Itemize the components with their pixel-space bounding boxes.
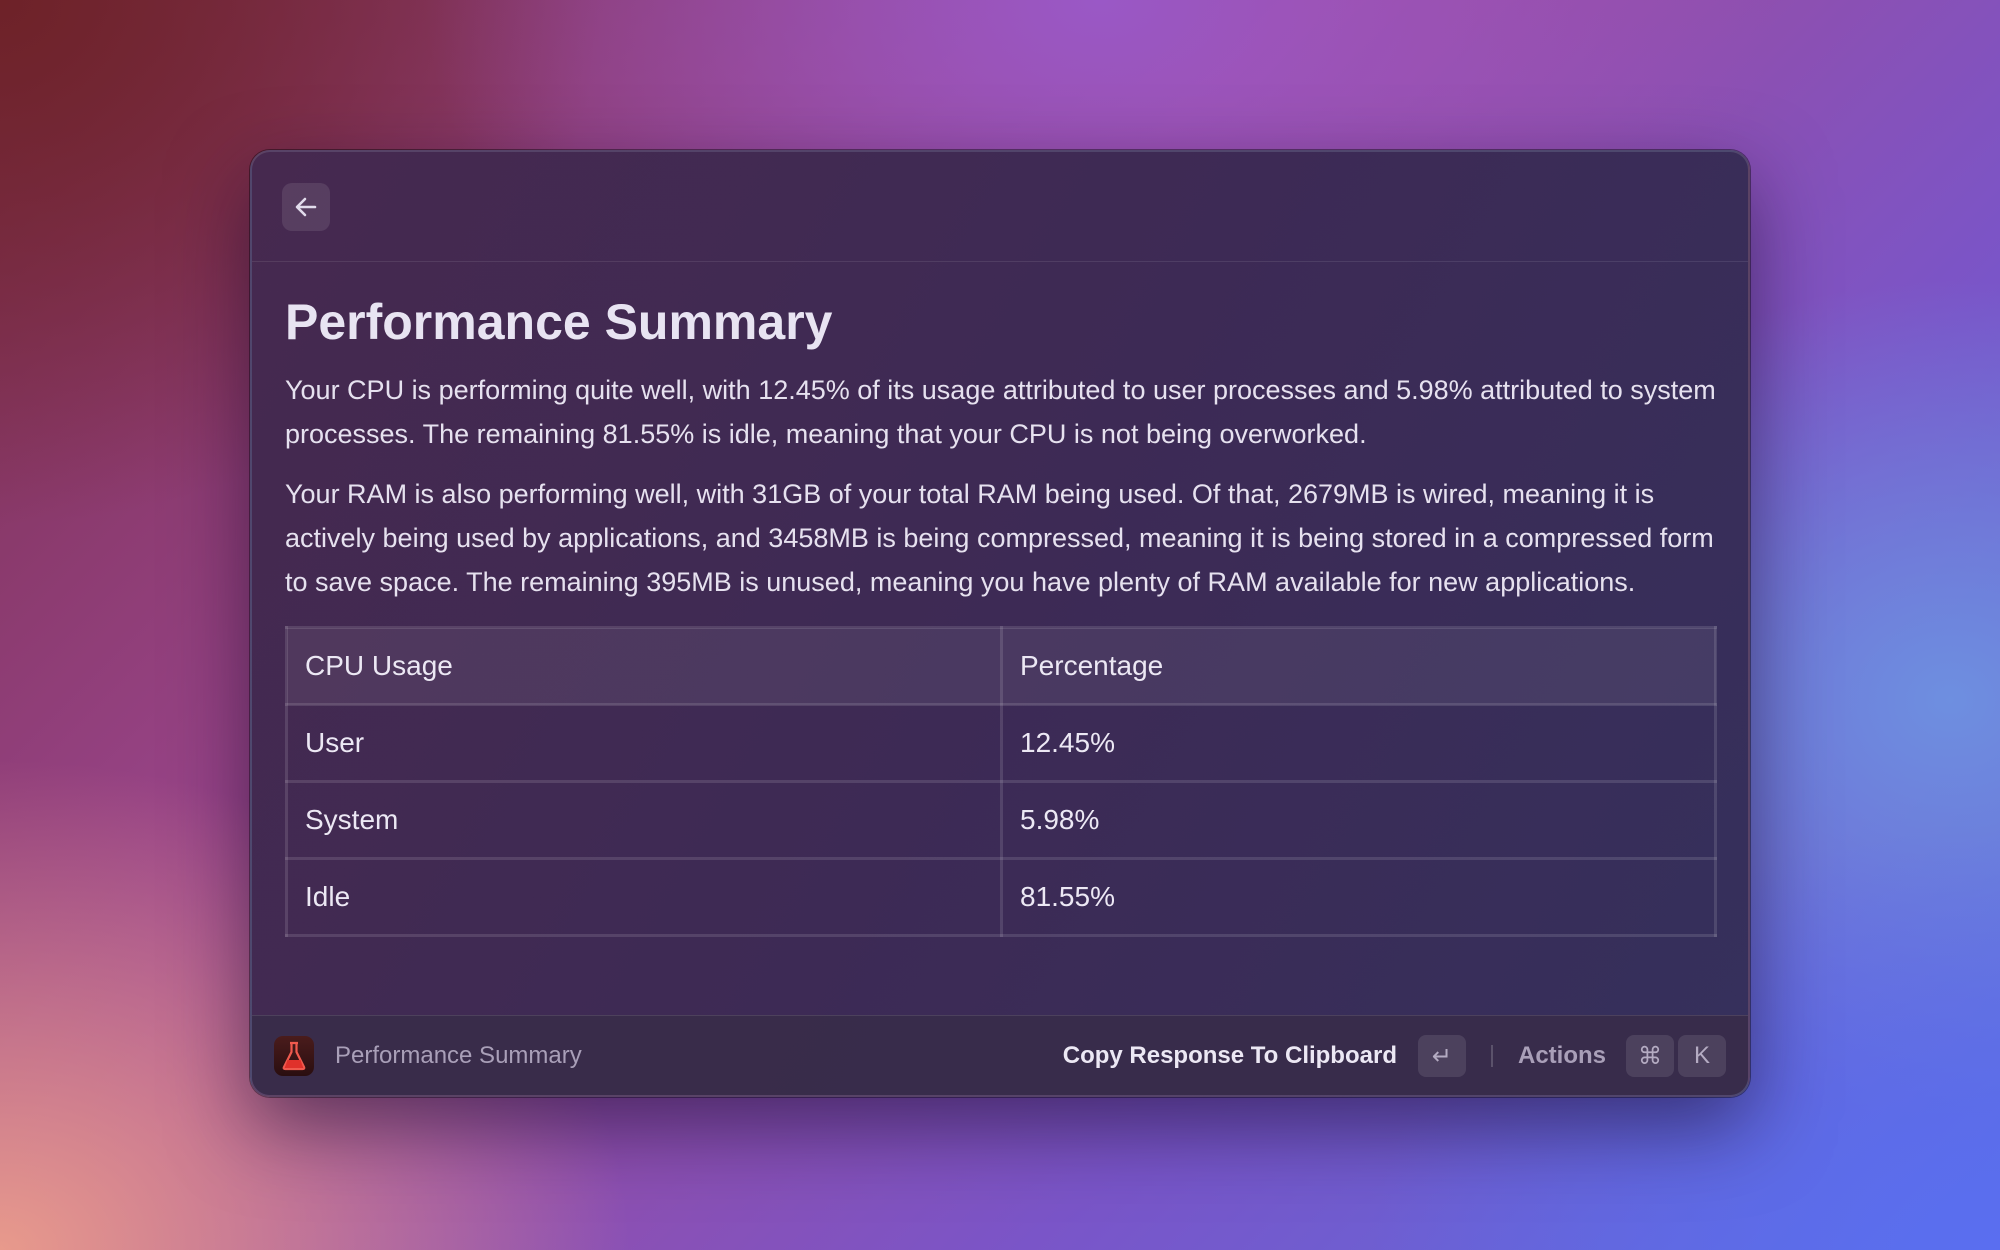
table-row: User 12.45% (285, 703, 1717, 783)
flask-icon (282, 1041, 306, 1071)
k-key-icon[interactable]: K (1678, 1035, 1726, 1077)
window-header (252, 152, 1748, 262)
table-cell-value: 5.98% (1000, 780, 1717, 860)
table-cell-label: User (285, 703, 1003, 783)
page-title: Performance Summary (285, 294, 833, 350)
enter-key-icon[interactable]: ↵ (1417, 1035, 1466, 1077)
table-cell-value: 81.55% (1000, 857, 1717, 937)
table-cell-label: Idle (285, 857, 1003, 937)
footer-title: Performance Summary (335, 1042, 582, 1069)
table-row: Idle 81.55% (285, 857, 1717, 937)
copy-response-button[interactable]: Copy Response To Clipboard (1063, 1042, 1397, 1070)
action-bar: Performance Summary Copy Response To Cli… (252, 1015, 1748, 1095)
actions-button[interactable]: Actions (1518, 1042, 1606, 1070)
column-header-cpu-usage: CPU Usage (285, 626, 1003, 706)
back-button[interactable] (282, 183, 330, 231)
table-cell-label: System (285, 780, 1003, 860)
table-header-row: CPU Usage Percentage (285, 626, 1717, 706)
arrow-left-icon (295, 197, 317, 217)
cpu-usage-table: CPU Usage Percentage User 12.45% System … (285, 626, 1717, 937)
ram-summary-paragraph: Your RAM is also performing well, with 3… (285, 479, 1714, 597)
app-icon (274, 1036, 314, 1076)
column-header-percentage: Percentage (1000, 626, 1717, 706)
footer-divider (1490, 1045, 1493, 1067)
table-row: System 5.98% (285, 780, 1717, 860)
table-cell-value: 12.45% (1000, 703, 1717, 783)
ai-response-window: Performance Summary Your CPU is performi… (250, 150, 1750, 1097)
command-key-icon[interactable]: ⌘ (1626, 1035, 1674, 1077)
response-content: Performance Summary Your CPU is performi… (285, 262, 1719, 1012)
footer-actions: Copy Response To Clipboard ↵ Actions ⌘ K (1063, 1016, 1726, 1095)
cpu-summary-paragraph: Your CPU is performing quite well, with … (285, 375, 1716, 449)
